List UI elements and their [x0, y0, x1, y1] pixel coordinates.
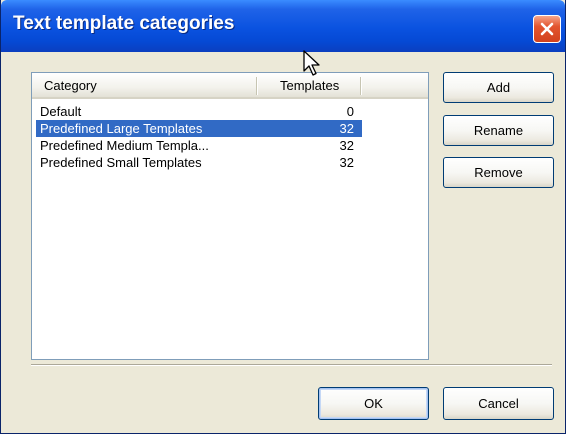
close-icon: [539, 21, 555, 37]
list-header: Category Templates: [32, 73, 428, 99]
list-row[interactable]: Predefined Small Templates 32: [36, 154, 362, 171]
rename-button[interactable]: Rename: [443, 115, 554, 146]
window-title: Text template categories: [13, 13, 235, 34]
close-button[interactable]: [533, 15, 561, 43]
title-bar[interactable]: Text template categories: [1, 0, 565, 52]
list-row-selected[interactable]: Predefined Large Templates 32: [36, 120, 362, 137]
dialog-window: Text template categories Category Templa…: [0, 0, 566, 434]
mouse-pointer-icon: [303, 50, 323, 83]
row-category: Predefined Large Templates: [40, 121, 203, 136]
ok-button[interactable]: OK: [318, 387, 429, 420]
row-templates: 32: [339, 138, 354, 153]
list-row[interactable]: Default 0: [36, 103, 362, 120]
remove-button[interactable]: Remove: [443, 157, 554, 188]
list-rows: Default 0 Predefined Large Templates 32 …: [36, 103, 426, 171]
category-list[interactable]: Category Templates Default 0 Predefined …: [31, 72, 429, 360]
column-separator[interactable]: [360, 77, 361, 95]
column-header-category[interactable]: Category: [32, 73, 256, 97]
list-row[interactable]: Predefined Medium Templa... 32: [36, 137, 362, 154]
row-category: Default: [40, 104, 82, 119]
row-category: Predefined Medium Templa...: [40, 138, 209, 153]
row-templates: 32: [339, 121, 354, 136]
divider: [31, 364, 552, 366]
add-button[interactable]: Add: [443, 72, 554, 103]
cancel-button[interactable]: Cancel: [443, 387, 554, 420]
row-templates: 0: [346, 104, 354, 119]
row-category: Predefined Small Templates: [40, 155, 202, 170]
row-templates: 32: [339, 155, 354, 170]
